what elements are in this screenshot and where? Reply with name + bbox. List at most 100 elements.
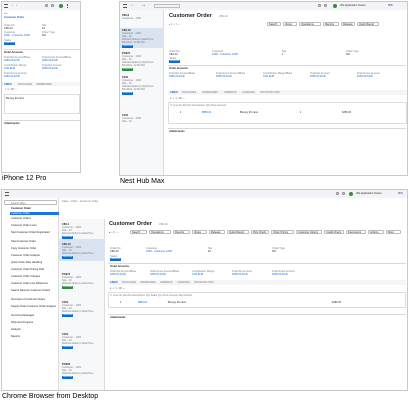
toolbar-button[interactable]: Views bbox=[192, 230, 207, 234]
toolbar-button[interactable]: Reports bbox=[323, 22, 339, 26]
nav-item[interactable]: Shipment Progress bbox=[11, 321, 33, 324]
menu-icon[interactable] bbox=[5, 192, 9, 196]
nav-item[interactable]: Customer Order Charges bbox=[11, 275, 40, 278]
divider bbox=[168, 128, 406, 129]
toolbar-button[interactable]: Pick Check bbox=[251, 230, 269, 234]
nav-item[interactable]: Customer Order Analysis bbox=[11, 254, 40, 257]
nav-item[interactable]: Start Customer Order Registration bbox=[11, 231, 50, 234]
phone-record-nav[interactable]: ◂ ▸ bbox=[4, 12, 7, 15]
nav-item[interactable]: Analysis bbox=[11, 328, 21, 331]
menu-icon[interactable] bbox=[4, 4, 8, 8]
tab-addresses[interactable]: ADDRESSES bbox=[202, 91, 218, 94]
grid-cell[interactable]: 8850.00 bbox=[138, 301, 147, 304]
toolbar-button[interactable]: Customer History bbox=[296, 230, 322, 234]
toolbar-button[interactable]: Quick Report bbox=[227, 230, 249, 234]
list-item-line: Wanted Delivery Date/Time bbox=[62, 232, 94, 235]
nav-item-customer-order[interactable]: Customer Order bbox=[10, 212, 59, 216]
desktop-record-nav[interactable]: ▸ ⌂ ✎ ⋯ bbox=[109, 231, 119, 234]
tab-addresses[interactable]: ADDRESSES bbox=[36, 83, 52, 86]
customer-link[interactable]: 1000 - Customer 1000 bbox=[212, 53, 238, 56]
forward-icon[interactable]: › bbox=[16, 4, 17, 7]
nav-item[interactable]: Customer Orders bbox=[11, 217, 31, 220]
toolbar-button[interactable]: Views bbox=[283, 22, 297, 26]
nav-item[interactable]: Overview of Customer Orders bbox=[11, 298, 45, 301]
tab-invoicing-info[interactable]: INVOICING INFO bbox=[260, 91, 280, 94]
nest-user-name[interactable]: IFS Application Owner bbox=[340, 4, 366, 7]
nav-item[interactable]: Supply Chain Customer Order Analysis bbox=[11, 305, 56, 308]
toolbar-button[interactable]: Search bbox=[130, 230, 147, 234]
nav-item[interactable]: Copy Customer Order bbox=[11, 247, 36, 250]
toolbar-button[interactable]: Actions bbox=[368, 230, 384, 234]
attachments-title[interactable]: Attachments bbox=[169, 130, 185, 133]
status-badge: Released bbox=[62, 236, 74, 239]
grid-cell[interactable]: 6250.00 bbox=[342, 111, 351, 114]
desktop-lines-toolbar[interactable]: ▾ ＋ ✎ ⌫ ⋯ bbox=[110, 287, 125, 290]
tab-address[interactable]: ADDRESS bbox=[160, 281, 173, 284]
toolbar-button[interactable]: Credit Check bbox=[324, 230, 344, 234]
phone-field-value: C80-10 bbox=[4, 27, 13, 30]
toolbar-button[interactable]: Operations bbox=[299, 22, 321, 26]
breadcrumb-item[interactable]: Order bbox=[71, 200, 78, 203]
tab-packages[interactable]: PACKAGES bbox=[18, 83, 32, 86]
toolbar-button[interactable]: Documents bbox=[346, 230, 366, 234]
grid-cell[interactable]: 1 bbox=[300, 111, 301, 114]
nav-item[interactable]: Customer Order Line Reference bbox=[11, 282, 48, 285]
grid-header: ☐ Line No Part No Description Qty Price … bbox=[170, 104, 227, 107]
grid-cell[interactable]: Bumpy 30 cans bbox=[240, 111, 258, 114]
attachments-title[interactable]: Attachments bbox=[110, 316, 126, 319]
breadcrumb[interactable]: Sales › Order › Customer Order bbox=[62, 200, 98, 203]
tab-packages[interactable]: PACKAGES bbox=[182, 91, 196, 94]
tab-lines[interactable]: LINES bbox=[4, 83, 12, 86]
toolbar-button[interactable]: Reports bbox=[173, 230, 190, 234]
phone-attachments[interactable]: Attachments bbox=[4, 122, 20, 125]
nav-item[interactable]: Incoming Messages bbox=[11, 314, 34, 317]
tab-address[interactable]: ADDRESS bbox=[224, 91, 237, 94]
grid-cell[interactable]: 8850.00 bbox=[202, 111, 211, 114]
back-icon[interactable]: ‹ bbox=[12, 4, 13, 7]
grid-cell[interactable]: 1 bbox=[120, 301, 121, 304]
toolbar-button[interactable]: Release bbox=[209, 230, 225, 234]
tab-charges[interactable]: CHARGES bbox=[177, 281, 190, 284]
grid-cell[interactable]: 6250.00 bbox=[332, 301, 341, 304]
home-icon[interactable]: ⌂ bbox=[131, 4, 133, 7]
nest-nav-pills[interactable]: ◂ ▸ bbox=[142, 4, 145, 7]
nav-item[interactable]: Quick Order Flow Handling bbox=[11, 261, 42, 264]
nest-frame: ⌂ ◂ ▸ IFS Application Owner IFS C80-6 Cu… bbox=[119, 1, 408, 176]
caption-desktop: Chrome Browser from Desktop bbox=[2, 393, 99, 400]
toolbar-button[interactable]: Quick Report bbox=[357, 22, 379, 26]
tab-lines[interactable]: LINES bbox=[110, 281, 118, 284]
nav-item[interactable]: Reports bbox=[11, 335, 20, 338]
toolbar-button[interactable]: Release bbox=[341, 22, 355, 26]
desktop-frame: IFS Application Owner IFS Search Menu Cu… bbox=[1, 189, 408, 391]
menu-icon[interactable] bbox=[123, 4, 127, 8]
nav-item[interactable]: Customer Order Lines bbox=[11, 224, 37, 227]
nest-lines-toolbar[interactable]: ▾ ＋ ✎ ⌫ ⋯ bbox=[170, 97, 185, 100]
tab-addresses[interactable]: ADDRESSES bbox=[140, 281, 156, 284]
nav-item[interactable]: Customer Order Pricing Rule bbox=[11, 268, 44, 271]
nav-item[interactable]: Search Reserve Customer Orders bbox=[11, 289, 50, 292]
phone-avatar[interactable] bbox=[59, 3, 64, 8]
breadcrumb-item[interactable]: Sales bbox=[62, 200, 69, 203]
phone-line-desc[interactable]: Bumpy 30 cans bbox=[6, 97, 24, 100]
tab-packages[interactable]: PACKAGES bbox=[122, 281, 136, 284]
toolbar-button[interactable]: Search bbox=[267, 22, 281, 26]
nest-record-nav[interactable]: ▸ 1 ⌂ ✎ ⋯ bbox=[169, 23, 181, 26]
toolbar-button[interactable]: Operations bbox=[149, 230, 171, 234]
phone-customer-link[interactable]: 1000 - Customer 1000 bbox=[4, 34, 30, 37]
nest-search-box[interactable] bbox=[154, 4, 180, 8]
toolbar-button[interactable]: More bbox=[386, 230, 401, 234]
nav-item[interactable]: Start Customer Order bbox=[11, 240, 36, 243]
grid-cell[interactable]: 1 bbox=[180, 111, 181, 114]
customer-link[interactable]: 1000 - Customer 1000 bbox=[146, 250, 172, 253]
tab-lines[interactable]: LINES bbox=[170, 91, 178, 94]
breadcrumb-item[interactable]: Customer Order bbox=[80, 200, 99, 203]
phone-lines-toolbar[interactable]: ＋ ✎ ⌫ ⋯ bbox=[4, 88, 17, 91]
tab-invoicing-info[interactable]: INVOICING INFO bbox=[194, 281, 214, 284]
phone-more-icon[interactable] bbox=[67, 4, 68, 8]
desktop-user-name[interactable]: IFS Application Owner bbox=[356, 192, 382, 195]
nav-search-input[interactable]: Search Menu bbox=[4, 200, 57, 205]
toolbar-button[interactable]: Order Pricing bbox=[271, 230, 294, 234]
ifs-logo: IFS bbox=[388, 3, 393, 7]
tab-charges[interactable]: CHARGES bbox=[242, 91, 255, 94]
grid-cell[interactable]: Bumpy 30 cans bbox=[168, 301, 186, 304]
